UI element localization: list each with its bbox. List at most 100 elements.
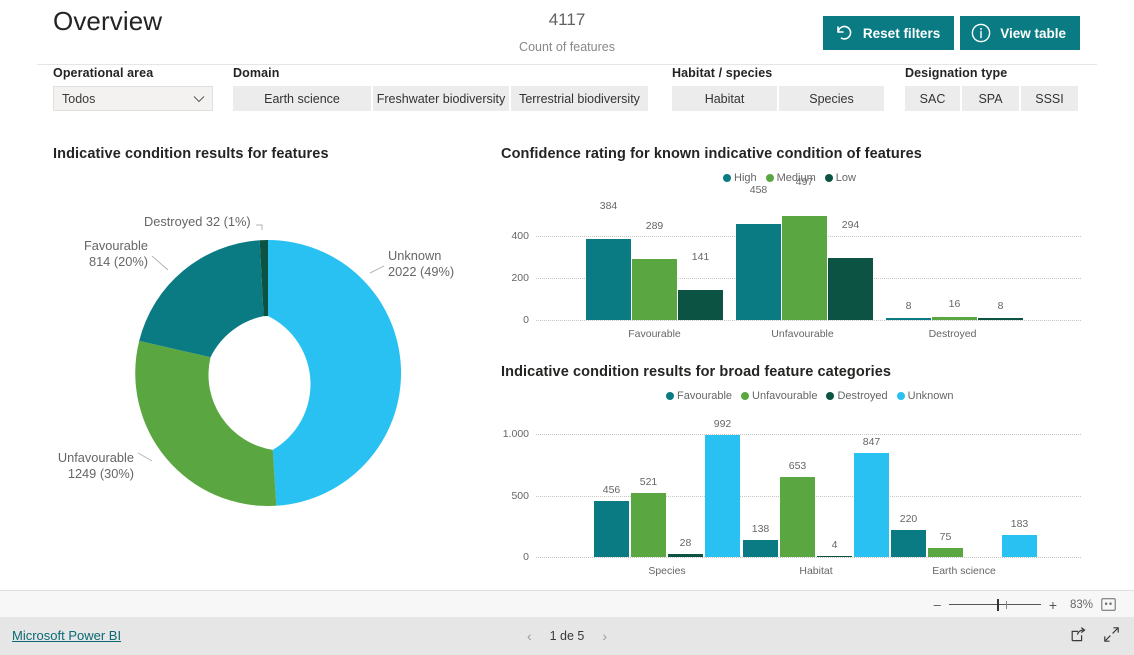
legend-dot-unknown bbox=[896, 392, 905, 400]
bar-habitat-unfavourable[interactable] bbox=[780, 476, 815, 557]
domain-tile-freshwater-biodiversity[interactable]: Freshwater biodiversity bbox=[373, 86, 509, 111]
legend-label-low: Low bbox=[835, 172, 856, 184]
bar-species-unfavourable[interactable] bbox=[631, 492, 666, 557]
legend-item-high[interactable]: High bbox=[723, 172, 757, 184]
bar-favourable-medium[interactable] bbox=[632, 259, 677, 320]
bar-unfavourable-medium[interactable] bbox=[782, 215, 827, 320]
zoom-slider-notch bbox=[1005, 600, 1007, 609]
legend-dot-favourable bbox=[666, 392, 674, 400]
habitat-species-tile-species[interactable]: Species bbox=[779, 86, 884, 111]
domain-label: Domain bbox=[233, 66, 280, 80]
broad-chart[interactable]: Favourable Unfavourable Destroyed Unknow… bbox=[501, 388, 1121, 583]
legend-item-unknown[interactable]: Unknown bbox=[896, 390, 953, 402]
filter-designation-type: Designation type SAC SPA SSSI bbox=[905, 66, 1078, 111]
donut-chart[interactable]: Destroyed 32 (1%) Favourable 814 (20%) U… bbox=[40, 178, 495, 578]
donut-label-unfavourable: Unfavourable 1249 (30%) bbox=[12, 450, 134, 482]
bar-label-favourable-medium: 289 bbox=[645, 220, 664, 232]
bar-label-favourable-high: 384 bbox=[599, 200, 618, 212]
legend-item-low[interactable]: Low bbox=[824, 172, 856, 184]
bar-earth-science-unfavourable[interactable] bbox=[928, 547, 963, 557]
zoom-slider-thumb[interactable] bbox=[996, 598, 999, 611]
donut-leader-unknown bbox=[369, 265, 385, 274]
header-divider bbox=[37, 64, 1097, 65]
legend-dot-high bbox=[723, 174, 731, 182]
domain-tile-terrestrial-biodiversity[interactable]: Terrestrial biodiversity bbox=[511, 86, 648, 111]
bar-habitat-destroyed[interactable] bbox=[817, 556, 852, 557]
donut-leader-favourable bbox=[151, 255, 169, 271]
habitat-species-label: Habitat / species bbox=[672, 66, 773, 80]
fit-to-page-icon[interactable] bbox=[1101, 598, 1116, 611]
report-header: Overview 4117 Count of features Reset fi… bbox=[0, 0, 1134, 65]
gridline-1000 bbox=[536, 434, 1081, 435]
legend-item-destroyed[interactable]: Destroyed bbox=[826, 390, 888, 402]
fullscreen-icon[interactable] bbox=[1103, 626, 1120, 648]
bar-label-habitat-unknown: 847 bbox=[862, 436, 881, 448]
filter-bar: Operational area Todos Domain Earth scie… bbox=[0, 66, 1134, 122]
donut-slice-unknown[interactable] bbox=[268, 240, 402, 506]
xcat-unfavourable: Unfavourable bbox=[771, 328, 834, 340]
xcat-favourable: Favourable bbox=[628, 328, 681, 340]
bar-favourable-low[interactable] bbox=[678, 290, 723, 320]
operational-area-dropdown[interactable]: Todos bbox=[53, 86, 213, 111]
broad-chart-title: Indicative condition results for broad f… bbox=[501, 364, 892, 380]
designation-type-tile-sssi[interactable]: SSSI bbox=[1021, 86, 1078, 111]
bar-label-earth-science-unfavourable: 75 bbox=[939, 531, 952, 543]
undo-arrow-icon bbox=[833, 23, 855, 43]
bar-favourable-high[interactable] bbox=[586, 239, 631, 320]
zoom-out-button[interactable]: – bbox=[934, 598, 941, 611]
donut-slice-favourable[interactable] bbox=[139, 240, 264, 358]
donut-label-unknown-line1: Unknown bbox=[388, 248, 442, 263]
bar-label-destroyed-medium: 16 bbox=[948, 298, 961, 310]
info-icon bbox=[970, 22, 992, 44]
broad-chart-legend: Favourable Unfavourable Destroyed Unknow… bbox=[666, 390, 953, 402]
share-icon[interactable] bbox=[1070, 626, 1087, 648]
zoom-slider-rail bbox=[948, 603, 1041, 605]
bar-destroyed-high[interactable] bbox=[886, 318, 931, 320]
legend-label-unfavourable: Unfavourable bbox=[752, 390, 818, 402]
donut-leader-destroyed bbox=[256, 224, 263, 230]
bar-species-unknown[interactable] bbox=[705, 434, 740, 557]
zoom-slider[interactable] bbox=[948, 598, 1041, 611]
xcat-earth-science: Earth science bbox=[932, 565, 996, 577]
donut-slice-unfavourable[interactable] bbox=[135, 340, 277, 506]
designation-type-tile-sac[interactable]: SAC bbox=[905, 86, 960, 111]
bar-label-earth-science-favourable: 220 bbox=[899, 513, 918, 525]
legend-item-unfavourable[interactable]: Unfavourable bbox=[741, 390, 817, 402]
view-table-button[interactable]: View table bbox=[960, 16, 1080, 50]
bar-habitat-unknown[interactable] bbox=[854, 452, 889, 557]
legend-dot-unfavourable bbox=[741, 392, 750, 400]
page-indicator: 1 de 5 bbox=[549, 629, 585, 643]
gridline-0 bbox=[536, 320, 1081, 321]
bar-earth-science-unknown[interactable] bbox=[1002, 534, 1037, 557]
ytick-200: 200 bbox=[511, 272, 529, 284]
legend-label-favourable: Favourable bbox=[677, 390, 733, 402]
bar-label-habitat-unfavourable: 653 bbox=[788, 460, 807, 472]
legend-item-favourable[interactable]: Favourable bbox=[666, 390, 732, 402]
bar-destroyed-medium[interactable] bbox=[932, 316, 977, 320]
donut-leader-unfavourable bbox=[137, 452, 153, 462]
bar-destroyed-low[interactable] bbox=[978, 318, 1023, 320]
bar-habitat-favourable[interactable] bbox=[743, 540, 778, 557]
bar-label-habitat-destroyed: 4 bbox=[831, 539, 838, 551]
designation-type-tile-spa[interactable]: SPA bbox=[962, 86, 1019, 111]
zoom-in-button[interactable]: + bbox=[1049, 598, 1057, 612]
confidence-chart[interactable]: High Medium Low 0 200 400 384 289 141 Fa… bbox=[501, 170, 1121, 345]
designation-type-label: Designation type bbox=[905, 66, 1008, 80]
ytick-1000: 1.000 bbox=[502, 428, 529, 440]
bar-unfavourable-low[interactable] bbox=[828, 258, 873, 320]
donut-chart-title: Indicative condition results for feature… bbox=[53, 146, 329, 162]
bar-earth-science-favourable[interactable] bbox=[891, 529, 926, 557]
habitat-species-tile-habitat[interactable]: Habitat bbox=[672, 86, 777, 111]
habitat-species-tiles: Habitat Species bbox=[672, 86, 884, 111]
donut-label-destroyed-text: Destroyed 32 (1%) bbox=[144, 214, 251, 229]
designation-type-tiles: SAC SPA SSSI bbox=[905, 86, 1078, 111]
bar-species-favourable[interactable] bbox=[594, 500, 629, 557]
bar-unfavourable-high[interactable] bbox=[736, 223, 781, 320]
domain-tile-earth-science[interactable]: Earth science bbox=[233, 86, 371, 111]
previous-page-button[interactable]: ‹ bbox=[527, 628, 532, 644]
reset-filters-button[interactable]: Reset filters bbox=[822, 16, 955, 50]
xcat-species: Species bbox=[648, 565, 686, 577]
next-page-button[interactable]: › bbox=[602, 628, 607, 644]
kpi-count-label: Count of features bbox=[519, 40, 615, 54]
bar-species-destroyed[interactable] bbox=[668, 553, 703, 557]
